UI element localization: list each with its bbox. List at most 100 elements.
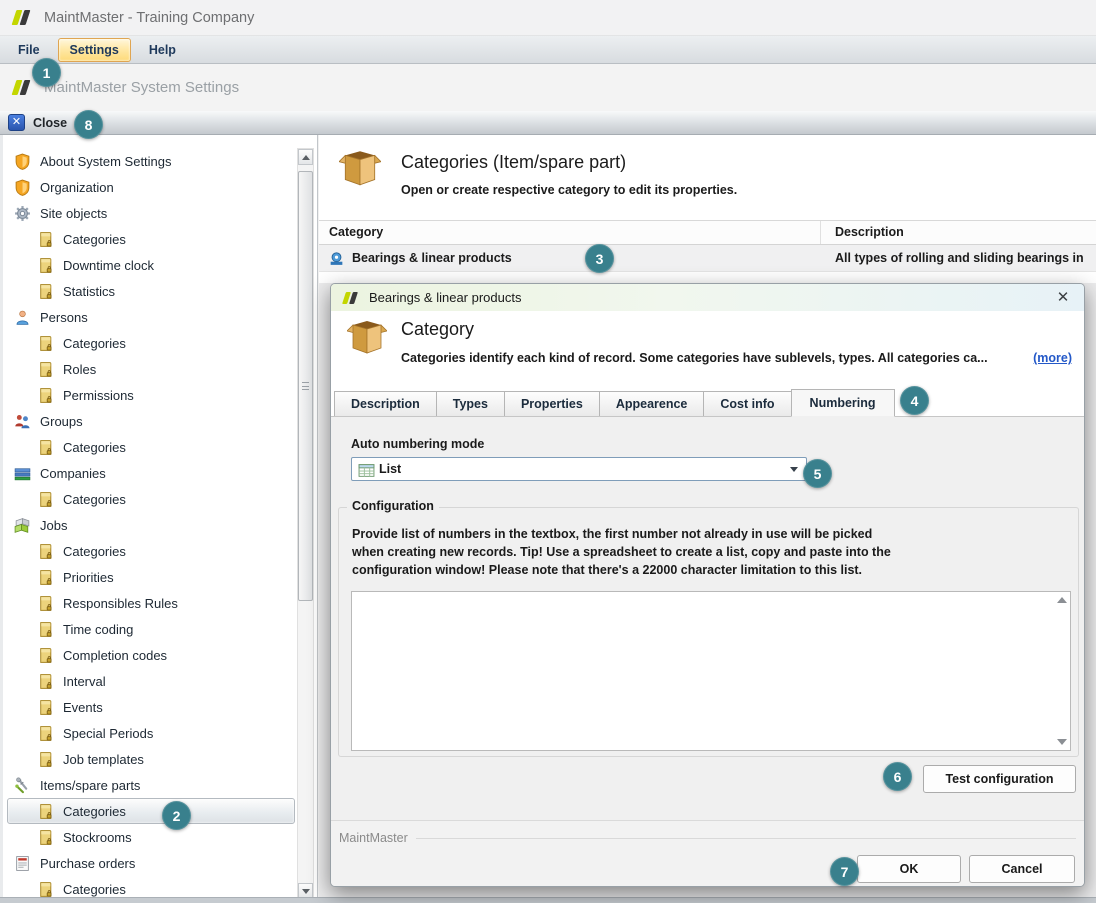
sidebar-item-label: Categories [63,544,126,559]
sidebar-item-categories[interactable]: Categories [7,226,295,252]
sidebar-item-events[interactable]: Events [7,694,295,720]
tab-appearence[interactable]: Appearence [599,391,705,416]
page-icon [37,231,54,248]
page-icon [37,829,54,846]
settings-sidebar: About System Settings Organization Site ob… [0,135,318,903]
dialog-tabstrip: DescriptionTypesPropertiesAppearenceCost… [331,387,1084,417]
dialog-header-title: Category [401,319,474,340]
column-header-category[interactable]: Category [319,221,821,244]
system-settings-header: MaintMaster System Settings [0,64,1096,111]
menu-bar: FileSettingsHelp [0,36,1096,64]
sidebar-item-label: About System Settings [40,154,172,169]
sidebar-item-companies[interactable]: Companies [7,460,295,486]
cancel-button[interactable]: Cancel [969,855,1075,883]
sidebar-item-label: Time coding [63,622,133,637]
close-button[interactable]: Close [33,116,67,130]
row-description-text: All types of rolling and sliding bearing… [821,251,1096,265]
categories-panel-title: Categories (Item/spare part) [401,152,626,173]
box-icon [347,319,387,360]
sidebar-item-groups[interactable]: Groups [7,408,295,434]
sidebar-item-job-templates[interactable]: Job templates [7,746,295,772]
test-configuration-button[interactable]: Test configuration [923,765,1076,793]
sidebar-item-categories[interactable]: Categories [7,798,295,824]
step-badge-5: 5 [803,459,832,488]
scroll-up-button[interactable] [298,149,313,165]
sidebar-item-label: Statistics [63,284,115,299]
sidebar-item-label: Categories [63,232,126,247]
sidebar-item-statistics[interactable]: Statistics [7,278,295,304]
configuration-textarea[interactable] [351,591,1071,751]
sidebar-item-stockrooms[interactable]: Stockrooms [7,824,295,850]
dialog-header-description: Categories identify each kind of record.… [401,351,1023,365]
sidebar-item-label: Persons [40,310,88,325]
sidebar-item-label: Site objects [40,206,107,221]
sidebar-item-items-spare-parts[interactable]: Items/spare parts [7,772,295,798]
scrollbar-grip-icon [302,382,309,390]
window-bottom-edge [0,897,1096,903]
dialog-header: Category Categories identify each kind o… [331,311,1084,387]
sidebar-item-priorities[interactable]: Priorities [7,564,295,590]
scrollbar-thumb[interactable] [298,171,313,601]
auto-numbering-select[interactable]: List [351,457,807,481]
tab-description[interactable]: Description [334,391,437,416]
sidebar-item-label: Companies [40,466,106,481]
sidebar-item-categories[interactable]: Categories [7,330,295,356]
sidebar-item-special-periods[interactable]: Special Periods [7,720,295,746]
sidebar-item-label: Responsibles Rules [63,596,178,611]
menu-item-help[interactable]: Help [137,38,188,62]
page-icon [37,595,54,612]
sidebar-item-jobs[interactable]: Jobs [7,512,295,538]
list-table-icon [358,462,373,477]
tab-types[interactable]: Types [436,391,505,416]
sidebar-item-label: Purchase orders [40,856,135,871]
gear-icon [14,205,31,222]
sidebar-item-persons[interactable]: Persons [7,304,295,330]
sidebar-item-label: Special Periods [63,726,153,741]
dialog-title: Bearings & linear products [369,290,1052,305]
sidebar-item-downtime-clock[interactable]: Downtime clock [7,252,295,278]
person-icon [14,309,31,326]
close-toolbar: ✕ Close [0,111,1096,135]
sidebar-item-site-objects[interactable]: Site objects [7,200,295,226]
sidebar-item-responsibles-rules[interactable]: Responsibles Rules [7,590,295,616]
configuration-group-title: Configuration [347,499,439,513]
step-badge-6: 6 [883,762,912,791]
step-badge-3: 3 [585,244,614,273]
footer-brand-label: MaintMaster [339,831,408,845]
sidebar-item-purchase-orders[interactable]: Purchase orders [7,850,295,876]
sidebar-item-about-system-settings[interactable]: About System Settings [7,148,295,174]
sidebar-item-completion-codes[interactable]: Completion codes [7,642,295,668]
tab-cost-info[interactable]: Cost info [703,391,791,416]
more-link[interactable]: (more) [1033,351,1072,365]
dialog-close-icon[interactable]: ✕ [1052,290,1074,305]
sidebar-item-categories[interactable]: Categories [7,538,295,564]
sidebar-scrollbar[interactable] [297,148,314,900]
table-header: Category Description [319,220,1096,245]
settings-tree: About System Settings Organization Site ob… [7,148,295,902]
menu-item-settings[interactable]: Settings [58,38,131,62]
purchase-icon [14,855,31,872]
tab-properties[interactable]: Properties [504,391,600,416]
bearing-icon [328,250,345,267]
groups-icon [14,413,31,430]
sidebar-item-organization[interactable]: Organization [7,174,295,200]
scroll-up-icon [302,155,310,160]
column-header-description[interactable]: Description [821,221,1096,244]
step-badge-8: 8 [74,110,103,139]
maintmaster-logo-icon [10,79,34,96]
sidebar-item-categories[interactable]: Categories [7,486,295,512]
sidebar-item-interval[interactable]: Interval [7,668,295,694]
sidebar-item-roles[interactable]: Roles [7,356,295,382]
ok-button[interactable]: OK [857,855,961,883]
tab-numbering[interactable]: Numbering [791,389,895,417]
step-badge-1: 1 [32,58,61,87]
table-row[interactable]: Bearings & linear products All types of … [319,245,1096,272]
sidebar-item-categories[interactable]: Categories [7,434,295,460]
step-badge-2: 2 [162,801,191,830]
sidebar-item-label: Downtime clock [63,258,154,273]
app-window: MaintMaster - Training Company FileSetti… [0,0,1096,903]
sidebar-item-time-coding[interactable]: Time coding [7,616,295,642]
page-icon [37,673,54,690]
sidebar-item-label: Permissions [63,388,134,403]
sidebar-item-permissions[interactable]: Permissions [7,382,295,408]
